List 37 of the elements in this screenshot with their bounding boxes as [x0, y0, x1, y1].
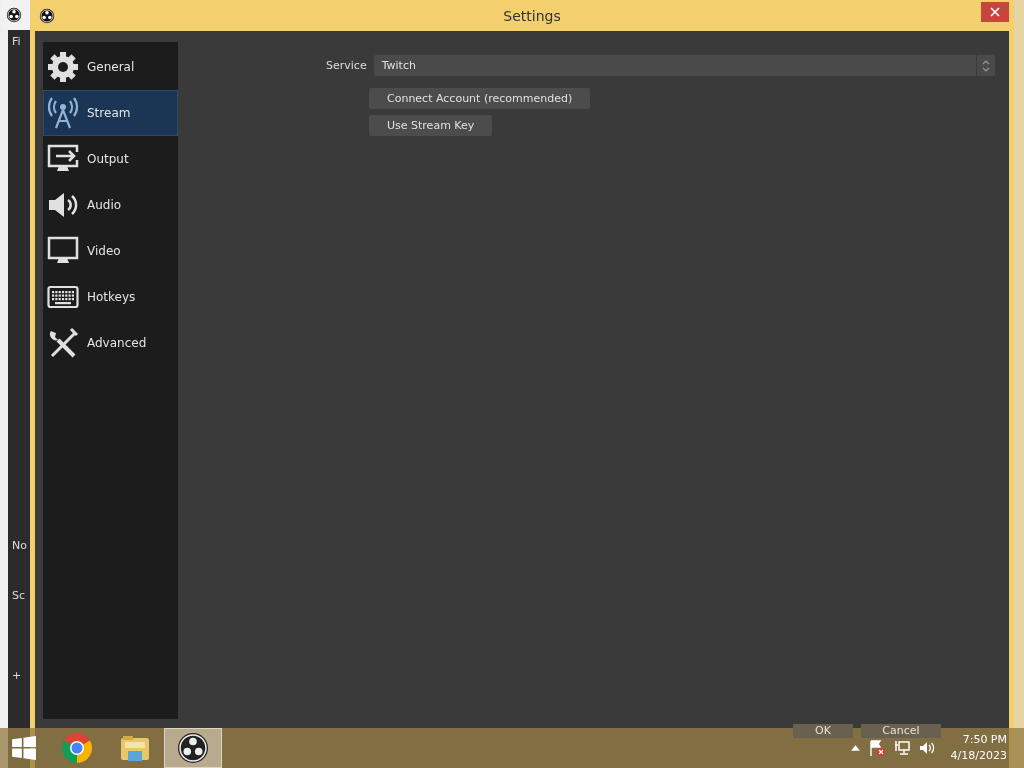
taskbar-app[interactable]	[164, 728, 222, 768]
sidebar-item[interactable]: Output	[43, 136, 178, 182]
dialog-button[interactable]: OK	[793, 724, 853, 738]
network-icon[interactable]	[893, 740, 910, 756]
background-label: No	[12, 539, 27, 553]
obs-logo-icon	[6, 7, 22, 23]
service-label: Service	[326, 59, 367, 72]
flag-error-icon[interactable]	[868, 740, 885, 756]
spin-arrows-icon	[982, 58, 990, 73]
service-dropdown[interactable]: Twitch	[373, 55, 995, 76]
sidebar-item[interactable]: Stream	[43, 90, 178, 136]
volume-icon[interactable]	[918, 740, 935, 756]
close-icon	[990, 7, 1000, 17]
sidebar-item[interactable]: General	[43, 44, 178, 90]
clock[interactable]: 7:50 PM 4/18/2023	[950, 732, 1024, 764]
clock-date: 4/18/2023	[950, 748, 1007, 764]
tools-icon	[47, 327, 79, 359]
settings-icon	[47, 51, 79, 83]
windows-logo-icon	[11, 735, 37, 761]
antenna-icon	[47, 97, 79, 129]
obs-logo-icon	[39, 7, 55, 24]
obs-logo-icon	[177, 732, 209, 764]
sidebar-item[interactable]: Audio	[43, 182, 178, 228]
sidebar-item[interactable]: Video	[43, 228, 178, 274]
clock-time: 7:50 PM	[962, 732, 1007, 748]
stream-button[interactable]: Use Stream Key	[369, 115, 493, 136]
background-label: Sc	[12, 589, 26, 603]
show-hidden-icons-icon[interactable]	[850, 745, 860, 751]
window-title: Settings	[503, 7, 561, 24]
background-label: Fi	[12, 35, 21, 49]
browser-icon	[61, 732, 93, 764]
background-label: +	[12, 669, 22, 683]
sidebar-item[interactable]: Advanced	[43, 320, 178, 366]
sidebar-item[interactable]: Hotkeys	[43, 274, 178, 320]
stream-button[interactable]: Connect Account (recommended)	[369, 88, 591, 109]
close-button[interactable]	[981, 2, 1009, 22]
dialog-button[interactable]: Cancel	[861, 724, 941, 738]
